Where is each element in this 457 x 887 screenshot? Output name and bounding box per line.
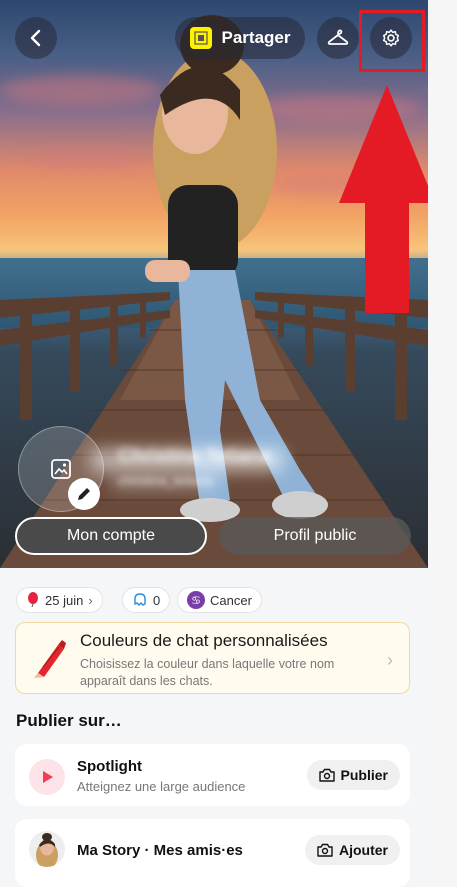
spotlight-icon [29,759,65,795]
zodiac-label: Cancer [210,592,252,608]
hanger-icon [327,29,349,45]
chevron-right-icon: › [387,650,393,670]
my-account-button[interactable]: Mon compte [15,517,207,555]
annotation-highlight-box [359,10,425,72]
story-title: Ma Story · Mes amis·es [77,842,243,859]
publish-heading: Publier sur… [16,711,122,730]
promo-title: Couleurs de chat personnalisées [80,631,328,650]
promo-description: Choisissez la couleur dans laquelle votr… [80,657,335,688]
publish-label: Publier [340,767,388,783]
right-edge-strip [428,0,457,887]
my-story-card[interactable]: Ma Story · Mes amis·es Ajouter [15,819,410,887]
camera-icon [317,843,333,857]
crayon-icon [34,640,66,678]
edit-picture-button[interactable] [68,478,100,510]
snapcode-icon [189,27,212,49]
spotlight-card[interactable]: Spotlight Atteignez une large audience P… [15,744,410,806]
annotation-arrow-up [339,85,428,313]
zodiac-chip[interactable]: ♋ Cancer [177,587,262,613]
birthday-label: 25 juin [45,592,84,608]
share-label: Partager [221,28,291,47]
chevron-right-icon: › [88,592,93,608]
username: christina_tetiana [118,473,213,488]
story-avatar [29,831,65,867]
add-story-button[interactable]: Ajouter [305,835,400,865]
image-icon [51,459,71,479]
birthday-chip[interactable]: 25 juin › [16,587,103,613]
friends-count-chip[interactable]: 0 [122,587,171,613]
cancer-zodiac-icon: ♋ [187,591,205,609]
display-name: Christina Tetiana [118,446,271,467]
outfit-button[interactable] [317,17,359,59]
add-label: Ajouter [339,842,388,858]
back-button[interactable] [15,17,57,59]
publish-spotlight-button[interactable]: Publier [306,760,400,790]
friends-count: 0 [153,592,161,608]
share-button[interactable]: Partager [175,17,305,59]
camera-icon [318,768,335,782]
ghost-icon [134,593,146,606]
pencil-icon [78,488,90,500]
public-profile-button[interactable]: Profil public [219,517,411,555]
profile-hero: Partager Christina Tetiana christina_tet… [0,0,428,568]
balloon-icon [28,592,38,608]
chat-colors-promo[interactable]: Couleurs de chat personnalisées Choisiss… [15,622,410,694]
spotlight-subtitle: Atteignez une large audience [77,779,246,794]
spotlight-title: Spotlight [77,758,142,775]
chevron-left-icon [30,29,41,47]
